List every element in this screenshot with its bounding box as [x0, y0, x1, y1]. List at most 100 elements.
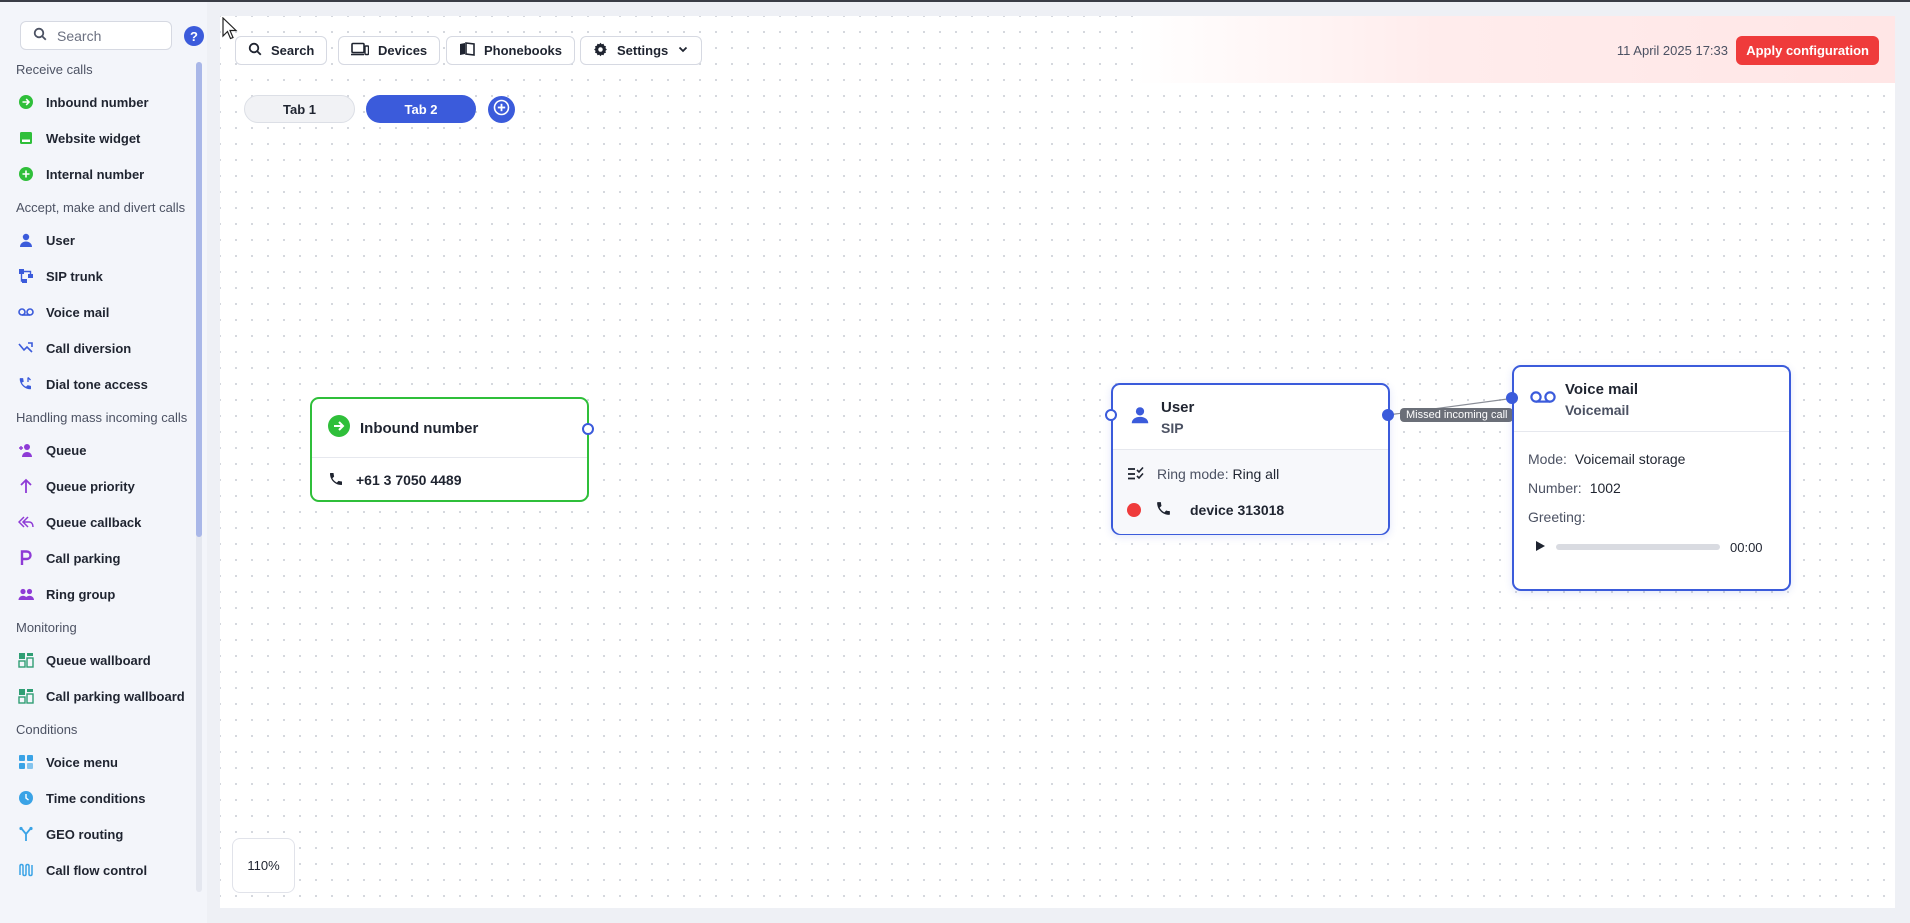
sidebar-item-label: GEO routing [46, 826, 124, 842]
user-node-subtitle: SIP [1161, 419, 1184, 436]
sidebar-search-placeholder: Search [57, 27, 102, 44]
sidebar-item-call-parking[interactable]: Call parking [0, 540, 195, 576]
sidebar-item-label: SIP trunk [46, 268, 103, 284]
sidebar-item-inbound-number[interactable]: Inbound number [0, 84, 195, 120]
connection-label: Missed incoming call [1400, 408, 1514, 422]
voicemail-mode-value: Voicemail storage [1574, 450, 1686, 467]
sidebar-item-ring-group[interactable]: Ring group [0, 576, 195, 612]
sidebar-item-geo-routing[interactable]: GEO routing [0, 816, 195, 852]
sidebar-item-label: Call parking wallboard [46, 688, 185, 704]
queue-icon [18, 442, 34, 458]
sidebar-item-queue[interactable]: Queue [0, 432, 195, 468]
sidebar-item-label: Voice mail [46, 304, 110, 320]
group-icon [18, 586, 34, 602]
sidebar-item-call-parking-wallboard[interactable]: Call parking wallboard [0, 678, 195, 714]
sidebar-item-label: Call diversion [46, 340, 132, 356]
sidebar-item-label: Call parking [46, 550, 121, 566]
sidebar-item-label: Internal number [46, 166, 145, 182]
sidebar-item-website-widget[interactable]: Website widget [0, 120, 195, 156]
device-name: device 313018 [1190, 502, 1285, 518]
sidebar-search-input[interactable]: Search [20, 21, 172, 50]
user-output-port[interactable] [1382, 409, 1394, 421]
sidebar-list: Receive calls Inbound number Website widge… [0, 54, 195, 888]
sidebar-item-label: Voice menu [46, 754, 119, 770]
sidebar-item-label: Time conditions [46, 790, 146, 806]
greeting-time: 00:00 [1730, 539, 1763, 555]
greeting-progress-bar[interactable] [1556, 544, 1720, 550]
sidebar-item-dial-tone-access[interactable]: Dial tone access [0, 366, 195, 402]
sidebar-item-label: Queue wallboard [46, 652, 151, 668]
help-icon[interactable]: ? [184, 26, 204, 46]
phone-icon [1155, 500, 1172, 520]
widget-icon [18, 130, 34, 146]
ring-mode-label: Ring mode: [1157, 466, 1229, 482]
voicemail-mode-label: Mode: [1528, 450, 1567, 467]
clock-icon [18, 790, 34, 806]
voice-menu-icon [18, 754, 34, 770]
call-flow-icon [18, 862, 34, 878]
sidebar-item-voice-mail[interactable]: Voice mail [0, 294, 195, 330]
sidebar-item-queue-priority[interactable]: Queue priority [0, 468, 195, 504]
voicemail-input-port[interactable] [1506, 392, 1518, 404]
inbound-output-port[interactable] [582, 423, 594, 435]
window-top-border [0, 0, 1910, 2]
sidebar-item-label: Inbound number [46, 94, 149, 110]
wallboard-icon [18, 652, 34, 668]
phone-dial-icon [18, 376, 34, 392]
user-node-title: User [1161, 398, 1195, 416]
sidebar-item-label: Queue [46, 442, 87, 458]
phone-icon [328, 471, 344, 490]
sidebar-item-label: Dial tone access [46, 376, 148, 392]
arrow-right-circle-icon [18, 94, 34, 110]
sidebar-item-call-diversion[interactable]: Call diversion [0, 330, 195, 366]
ring-mode-value: Ring all [1232, 466, 1280, 482]
inbound-node-title: Inbound number [360, 419, 479, 437]
play-icon[interactable] [1528, 539, 1546, 555]
sidebar-item-sip-trunk[interactable]: SIP trunk [0, 258, 195, 294]
sidebar-item-label: User [46, 232, 75, 248]
voicemail-number-label: Number: [1528, 479, 1582, 496]
user-node[interactable]: User SIP Ring mode: Ring all device 3130… [1111, 383, 1390, 535]
plus-circle-icon [18, 166, 34, 182]
inbound-number-node[interactable]: Inbound number +61 3 7050 4489 [310, 397, 589, 502]
sidebar-section-title: Receive calls [16, 61, 93, 77]
user-input-port[interactable] [1105, 409, 1117, 421]
sidebar-item-label: Ring group [46, 586, 116, 602]
sidebar-item-user[interactable]: User [0, 222, 195, 258]
sidebar-item-internal-number[interactable]: Internal number [0, 156, 195, 192]
voicemail-node-title: Voice mail [1565, 380, 1639, 398]
inbound-phone-number: +61 3 7050 4489 [356, 472, 462, 488]
mouse-cursor-icon [222, 16, 238, 46]
device-status-dot [1127, 503, 1141, 517]
zoom-level[interactable]: 110% [232, 838, 295, 893]
sidebar-item-queue-wallboard[interactable]: Queue wallboard [0, 642, 195, 678]
voicemail-node[interactable]: Voice mail Voicemail Mode: Voicemail sto… [1512, 365, 1791, 591]
sidebar-section-title: Conditions [16, 721, 78, 737]
flow-canvas[interactable]: Search Devices Phonebooks Settings 11 Ap… [220, 16, 1895, 908]
search-icon [33, 27, 47, 44]
voicemail-icon [18, 304, 34, 320]
sidebar-section-title: Handling mass incoming calls [16, 409, 188, 425]
wallboard-icon [18, 688, 34, 704]
sidebar-item-label: Queue callback [46, 514, 142, 530]
sidebar-item-label: Call flow control [46, 862, 148, 878]
call-diversion-icon [18, 340, 34, 356]
geo-routing-icon [18, 826, 34, 842]
voicemail-greeting-label: Greeting: [1528, 508, 1586, 525]
reply-all-icon [18, 514, 34, 530]
arrow-right-circle-icon [328, 414, 350, 442]
sidebar-item-time-conditions[interactable]: Time conditions [0, 780, 195, 816]
sidebar-scrollbar-thumb[interactable] [196, 62, 202, 537]
ring-mode-icon [1127, 466, 1145, 483]
voicemail-node-subtitle: Voicemail [1565, 401, 1630, 418]
sidebar: Search ? Receive calls Inbound number Webs… [0, 2, 207, 923]
sidebar-item-label: Queue priority [46, 478, 135, 494]
sidebar-item-voice-menu[interactable]: Voice menu [0, 744, 195, 780]
parking-icon [18, 550, 34, 566]
sidebar-item-queue-callback[interactable]: Queue callback [0, 504, 195, 540]
voicemail-number-value: 1002 [1589, 479, 1621, 496]
sidebar-section-title: Accept, make and divert calls [16, 199, 186, 215]
sidebar-item-call-flow-control[interactable]: Call flow control [0, 852, 195, 888]
sidebar-section-title: Monitoring [16, 619, 77, 635]
sidebar-item-label: Website widget [46, 130, 141, 146]
